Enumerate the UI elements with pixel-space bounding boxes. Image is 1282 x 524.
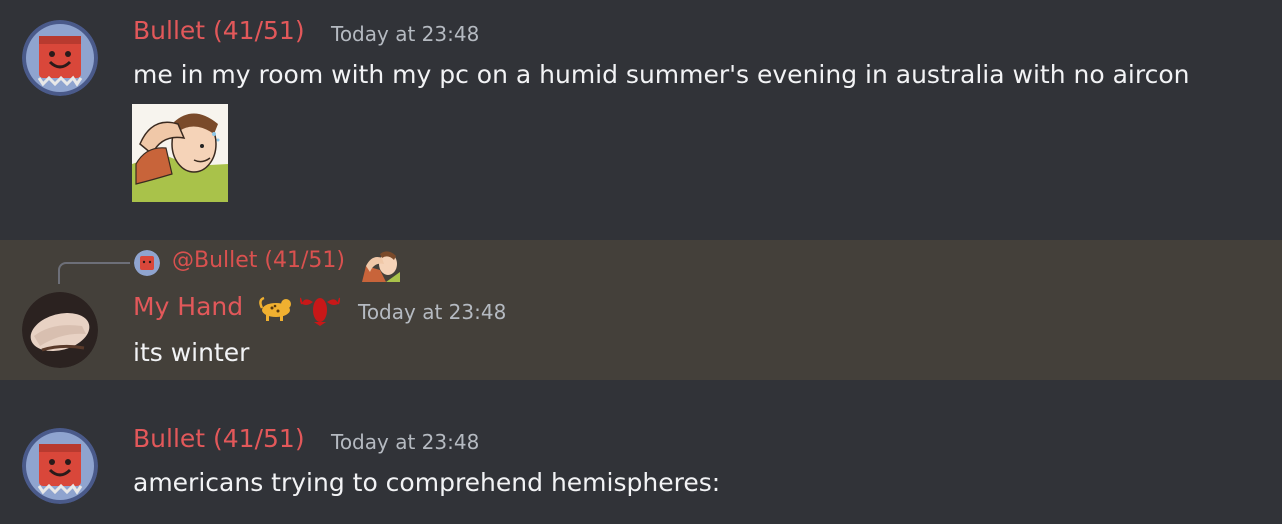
timestamp: Today at 23:48 <box>358 300 507 324</box>
sweating-man-sticker-thumbnail-icon[interactable] <box>362 248 400 282</box>
reply-connector <box>58 262 130 284</box>
message-1: Bullet (41/51) Today at 23:48 me in my r… <box>0 0 1282 238</box>
timestamp: Today at 23:48 <box>331 22 480 46</box>
timestamp: Today at 23:48 <box>331 430 480 454</box>
sweating-man-wiping-forehead-sticker-icon[interactable] <box>132 104 228 202</box>
smiling-box-avatar-icon[interactable] <box>22 428 98 504</box>
lobster-icon[interactable] <box>299 292 341 333</box>
message-2: @Bullet (41/51) My Hand Today at 23:48 i… <box>0 240 1282 380</box>
username[interactable]: Bullet (41/51) <box>133 424 305 453</box>
message-text: me in my room with my pc on a humid summ… <box>133 60 1190 89</box>
reply-username[interactable]: @Bullet (41/51) <box>172 248 345 273</box>
leopard-icon[interactable] <box>258 292 294 329</box>
username[interactable]: My Hand <box>133 292 243 321</box>
message-text: americans trying to comprehend hemispher… <box>133 468 721 497</box>
reply-avatar-icon[interactable] <box>134 250 160 276</box>
hand-photo-avatar-icon[interactable] <box>22 292 98 368</box>
message-text: its winter <box>133 338 250 367</box>
message-3: Bullet (41/51) Today at 23:48 americans … <box>0 382 1282 524</box>
smiling-box-avatar-icon[interactable] <box>22 20 98 96</box>
username[interactable]: Bullet (41/51) <box>133 16 305 45</box>
